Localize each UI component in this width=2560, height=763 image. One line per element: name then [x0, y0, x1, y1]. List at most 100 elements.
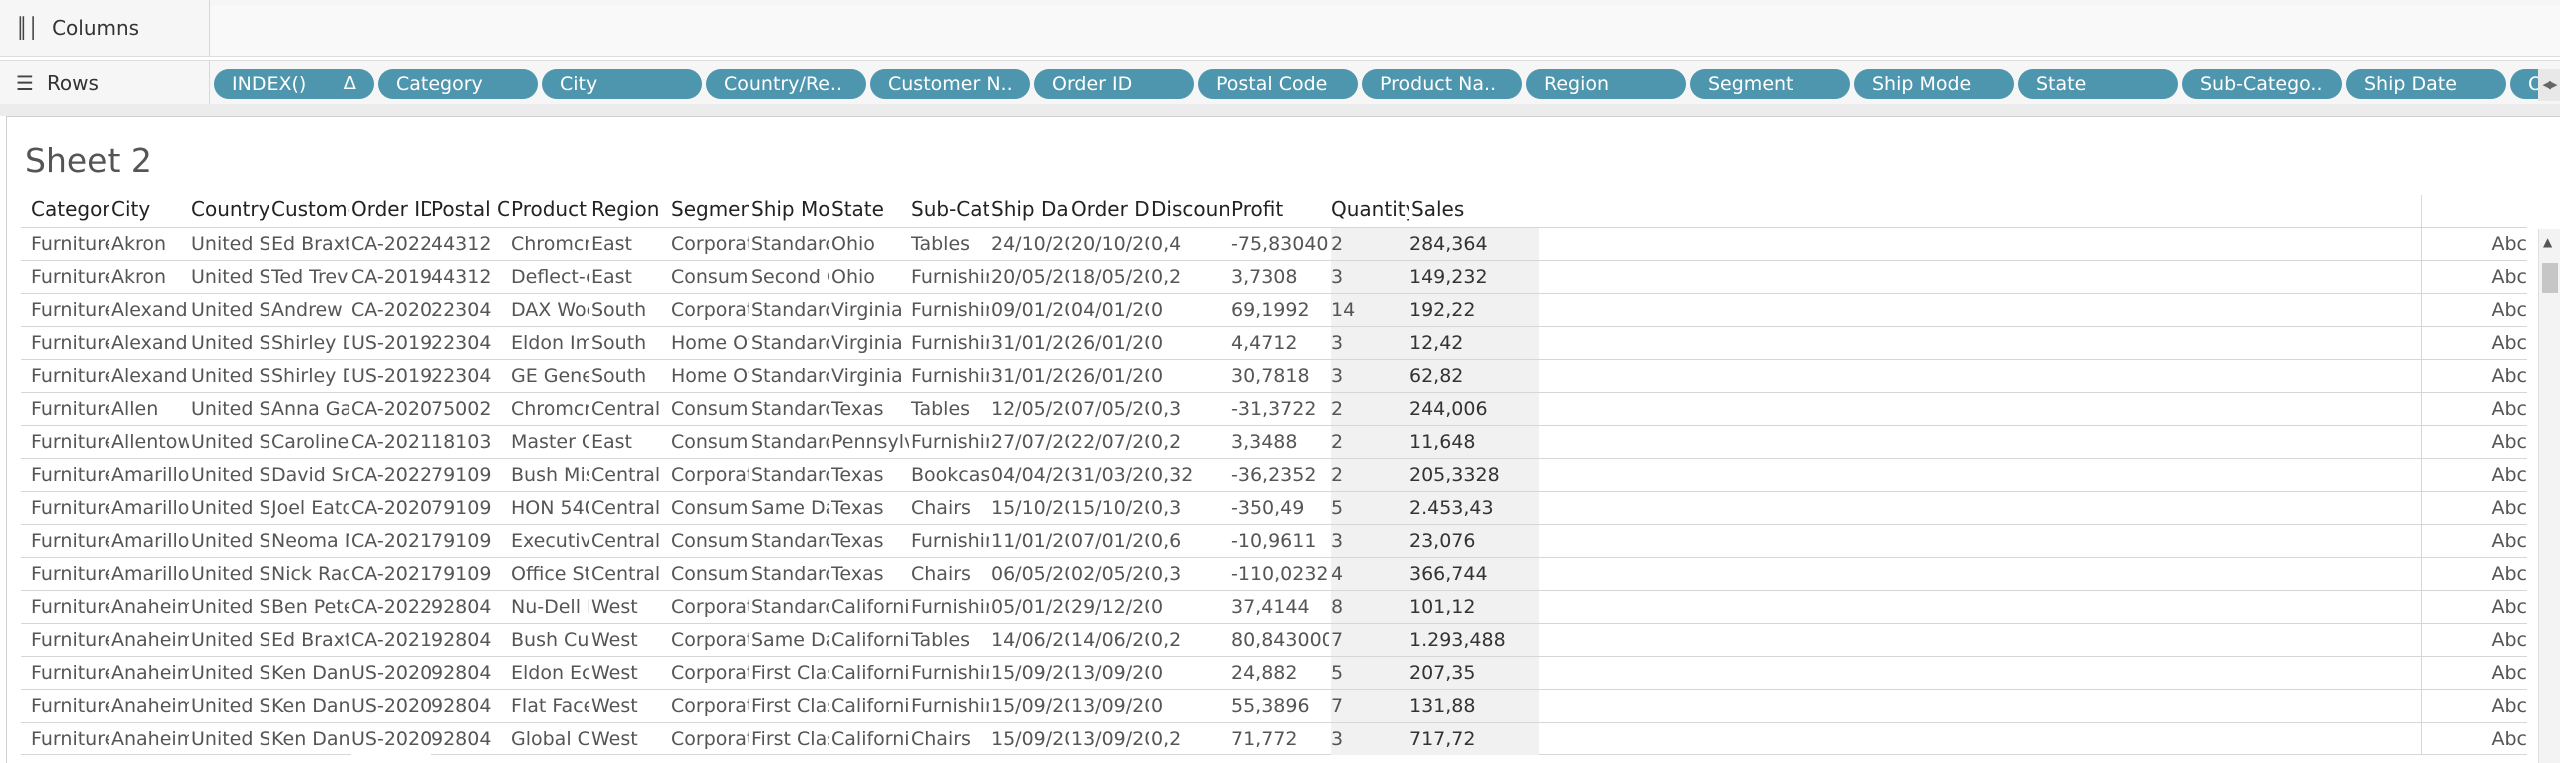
- table-row[interactable]: FurnitureAllen United Stat..Anna Gaym..CA…: [21, 392, 2527, 425]
- pill-field[interactable]: Order ID: [1034, 69, 1194, 99]
- table-row[interactable]: FurnitureAnaheimUnited Stat..Ken DanaUS-…: [21, 689, 2527, 722]
- columns-shelf[interactable]: ║│ Columns: [0, 0, 2560, 57]
- column-header[interactable]: Country/Re..: [191, 197, 269, 221]
- pill-field[interactable]: Product Na..: [1362, 69, 1522, 99]
- table-cell: East: [591, 233, 632, 255]
- column-header[interactable]: Profit: [1231, 197, 1329, 221]
- table-cell: Furniture: [31, 728, 109, 750]
- pill-label: Order ID: [1052, 73, 1133, 95]
- table-cell: 31/03/2022: [1071, 464, 1149, 486]
- table-cell: 31/01/2019: [991, 332, 1069, 354]
- pill-field[interactable]: Ship Date: [2346, 69, 2506, 99]
- column-header[interactable]: State: [831, 197, 909, 221]
- table-cell: 717,72: [1409, 723, 1539, 755]
- table-cell: Standard Cl..: [751, 365, 829, 387]
- table-cell: 0: [1151, 365, 1164, 387]
- table-row[interactable]: FurnitureAlexandriaUnited Stat..Shirley …: [21, 326, 2527, 359]
- worksheet-view[interactable]: Sheet 2 CategoryCityCountry/Re..Customer…: [6, 116, 2560, 763]
- table-cell: 02/05/2021: [1071, 563, 1149, 585]
- column-header[interactable]: Region: [591, 197, 669, 221]
- column-header[interactable]: Ship Mode: [751, 197, 829, 221]
- table-cell: 22/07/2021: [1071, 431, 1149, 453]
- table-cell: South: [591, 332, 647, 354]
- table-cell: 79109: [431, 464, 492, 486]
- table-row[interactable]: FurnitureAmarilloUnited Stat..Nick Radfo…: [21, 557, 2527, 590]
- table-row[interactable]: FurnitureAllentownUnited Stat..Caroline …: [21, 425, 2527, 458]
- column-header[interactable]: Segment: [671, 197, 749, 221]
- table-row[interactable]: FurnitureAkron United Stat..Ed BraxtonCA-…: [21, 227, 2527, 260]
- table-cell: West: [591, 662, 638, 684]
- column-header[interactable]: Discount: [1151, 197, 1229, 221]
- table-row[interactable]: FurnitureAnaheimUnited Stat..Ken DanaUS-…: [21, 656, 2527, 689]
- table-cell: Texas: [831, 530, 884, 552]
- table-row[interactable]: FurnitureAlexandriaUnited Stat..Andrew G…: [21, 293, 2527, 326]
- table-row[interactable]: FurnitureAmarilloUnited Stat..Joel Eaton…: [21, 491, 2527, 524]
- column-header[interactable]: Order Date: [1071, 197, 1149, 221]
- column-header[interactable]: Postal Code: [431, 197, 509, 221]
- pill-field[interactable]: Category: [378, 69, 538, 99]
- table-row[interactable]: FurnitureAnaheimUnited Stat..Ed BraxtonC…: [21, 623, 2527, 656]
- pill-field[interactable]: Sub-Catego..: [2182, 69, 2342, 99]
- shelf-scroll-arrows-icon[interactable]: ◀▶: [2538, 69, 2560, 101]
- table-cell: South: [591, 365, 647, 387]
- table-cell: Ted Trevino: [271, 266, 349, 288]
- column-header[interactable]: Product Na..: [511, 197, 589, 221]
- table-cell: 0: [1151, 695, 1164, 717]
- columns-drop-area[interactable]: [211, 6, 2560, 56]
- column-header[interactable]: Customer N..: [271, 197, 349, 221]
- table-cell: 13/09/2020: [1071, 728, 1149, 750]
- table-row[interactable]: FurnitureAkron United Stat..Ted TrevinoCA…: [21, 260, 2527, 293]
- columns-label-text: Columns: [52, 16, 140, 40]
- table-cell: Furniture: [31, 365, 109, 387]
- table-cell: Caroline Ju..: [271, 431, 349, 453]
- pill-field[interactable]: Segment: [1690, 69, 1850, 99]
- rows-label-text: Rows: [46, 71, 99, 95]
- vertical-scrollbar[interactable]: ▲: [2538, 229, 2560, 763]
- column-header[interactable]: Order ID: [351, 197, 431, 221]
- pill-field[interactable]: Ship Mode: [1854, 69, 2014, 99]
- table-row[interactable]: FurnitureAnaheimUnited Stat..Ken DanaUS-…: [21, 722, 2527, 755]
- pill-index[interactable]: INDEX() Δ: [214, 69, 374, 99]
- column-header[interactable]: Sales: [1411, 197, 1491, 221]
- table-cell: US-2020-12..: [351, 690, 431, 722]
- column-header[interactable]: Ship Date: [991, 197, 1069, 221]
- abc-cell-border: [2421, 558, 2528, 590]
- rows-shelf[interactable]: ☰ Rows INDEX() Δ Category City Country/Re.. C…: [0, 60, 2560, 106]
- table-cell: Furnishings: [911, 431, 989, 453]
- table-cell: US-2020-12..: [351, 723, 431, 755]
- table-cell: Amarillo: [111, 497, 189, 519]
- column-header[interactable]: Sub-Catego..: [911, 197, 989, 221]
- column-header[interactable]: Quantity: [1331, 197, 1409, 221]
- table-cell: Ben Peterm..: [271, 596, 349, 618]
- scroll-up-icon[interactable]: ▲: [2543, 235, 2552, 249]
- column-header[interactable]: Category: [31, 197, 109, 221]
- pill-field[interactable]: Country/Re..: [706, 69, 866, 99]
- pill-field[interactable]: Region: [1526, 69, 1686, 99]
- table-row[interactable]: FurnitureAlexandriaUnited Stat..Shirley …: [21, 359, 2527, 392]
- table-cell: 13/09/2020: [1071, 662, 1149, 684]
- table-cell: 26/01/2019: [1071, 365, 1149, 387]
- pill-field[interactable]: Customer N..: [870, 69, 1030, 99]
- table-row[interactable]: FurnitureAnaheimUnited Stat..Ben Peterm.…: [21, 590, 2527, 623]
- table-cell: 13/09/2020: [1071, 695, 1149, 717]
- table-body: FurnitureAkronUnited Stat..Ed BraxtonCA-…: [21, 227, 2527, 755]
- pill-field[interactable]: State: [2018, 69, 2178, 99]
- table-cell: 3,7308: [1231, 266, 1298, 288]
- table-cell: Anna Gaym..: [271, 398, 349, 420]
- table-cell: First Class: [751, 728, 829, 750]
- table-cell: United Stat..: [191, 530, 269, 552]
- scroll-thumb[interactable]: [2542, 263, 2558, 293]
- table-cell: Chairs: [911, 728, 971, 750]
- pill-field[interactable]: Or: [2510, 69, 2538, 99]
- pill-field[interactable]: City: [542, 69, 702, 99]
- pill-field[interactable]: Postal Code: [1198, 69, 1358, 99]
- column-header[interactable]: City: [111, 197, 189, 221]
- rows-icon: ☰: [16, 71, 34, 95]
- table-row[interactable]: FurnitureAmarilloUnited Stat..David Smit…: [21, 458, 2527, 491]
- table-cell: United Stat..: [191, 266, 269, 288]
- table-cell: Bookcases: [911, 464, 989, 486]
- pill-label: Sub-Catego..: [2200, 73, 2323, 95]
- table-cell: Alexandria: [111, 299, 189, 321]
- abc-cell-border: [2421, 723, 2528, 755]
- table-row[interactable]: FurnitureAmarilloUnited Stat..Neoma Mur.…: [21, 524, 2527, 557]
